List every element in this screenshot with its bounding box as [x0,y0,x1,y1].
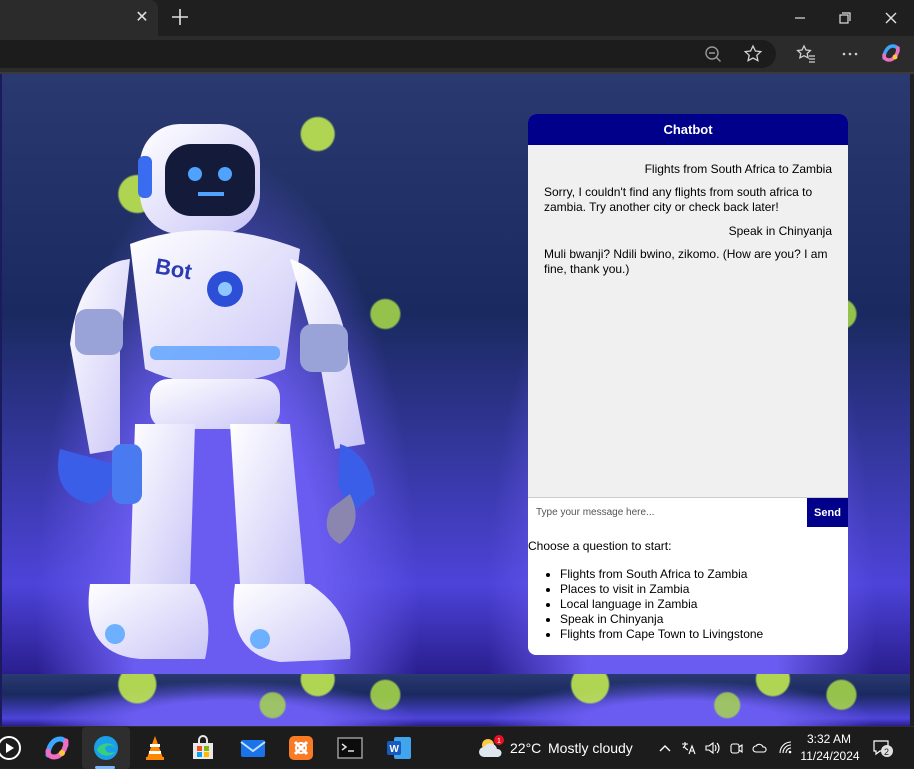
notification-icon[interactable]: 2 [872,738,894,758]
suggested-question[interactable]: Flights from Cape Town to Livingstone [560,627,848,642]
weather-temperature[interactable]: 22°C [510,740,541,756]
new-tab-icon[interactable] [168,5,192,29]
minimize-icon[interactable] [786,6,814,30]
close-tab-icon[interactable]: ✕ [132,8,152,28]
copilot-icon[interactable] [880,42,902,64]
more-icon[interactable] [839,43,861,65]
microsoft-store-icon[interactable] [188,733,218,763]
word-icon[interactable]: W [384,733,414,763]
address-toolbar [0,36,914,72]
svg-text:W: W [390,744,400,755]
start-prompt-text: Choose a question to start: [528,539,672,553]
language-input-icon[interactable] [680,740,696,756]
suggested-questions-list: Flights from South Africa to Zambia Plac… [528,567,848,642]
copilot-icon[interactable] [42,733,72,763]
send-button[interactable]: Send [807,498,848,527]
zoom-out-icon[interactable] [702,43,724,65]
suggested-question[interactable]: Places to visit in Zambia [560,582,848,597]
close-window-icon[interactable] [877,6,905,30]
tab-bar: ✕ [0,0,914,36]
background-image-tile [2,674,453,726]
suggested-question[interactable]: Flights from South Africa to Zambia [560,567,848,582]
browser-tab[interactable]: ✕ [0,0,158,36]
suggested-question[interactable]: Speak in Chinyanja [560,612,848,627]
address-bar[interactable] [0,40,776,68]
vlc-icon[interactable] [140,733,170,763]
chat-messages-area[interactable]: Flights from South Africa to Zambia Sorr… [528,145,848,497]
chat-input-row: Send [528,497,848,527]
bot-message: Sorry, I couldn't find any flights from … [544,185,813,214]
clock-time[interactable]: 3:32 AM [806,732,852,746]
favorite-star-icon[interactable] [742,43,764,65]
weather-description[interactable]: Mostly cloudy [548,740,633,756]
xampp-icon[interactable] [286,733,316,763]
user-message: Speak in Chinyanja [728,224,832,238]
terminal-icon[interactable] [335,733,365,763]
restore-icon[interactable] [831,6,859,30]
camera-icon[interactable] [728,740,744,756]
taskbar: W 1 22°C Mostly cloudy 3:32 AM 11/24/202… [0,726,914,769]
weather-cloudy-icon: 1 [479,735,504,757]
background-image-tile [453,674,910,726]
chatbot-header-title: Chatbot [528,114,848,145]
robot-image: Bot [58,124,375,662]
clock-date[interactable]: 11/24/2024 [800,749,860,763]
volume-icon[interactable] [704,740,720,756]
web-page: Bot Chatbot Flights from South Africa to… [0,74,910,726]
notification-count: 2 [884,747,889,757]
wifi-icon[interactable] [778,740,794,756]
favorites-list-icon[interactable] [795,43,817,65]
chatbot-widget: Chatbot Flights from South Africa to Zam… [528,114,848,655]
media-player-icon[interactable] [0,733,24,763]
chat-message-input[interactable] [528,498,807,527]
weather-badge: 1 [497,738,501,745]
mail-icon[interactable] [238,733,268,763]
chevron-up-icon[interactable] [657,740,673,756]
user-message: Flights from South Africa to Zambia [644,162,832,176]
edge-icon[interactable] [91,733,121,763]
bot-message: Muli bwanji? Ndili bwino, zikomo. (How a… [544,247,828,276]
suggested-question[interactable]: Local language in Zambia [560,597,848,612]
onedrive-cloud-icon[interactable] [752,740,768,756]
